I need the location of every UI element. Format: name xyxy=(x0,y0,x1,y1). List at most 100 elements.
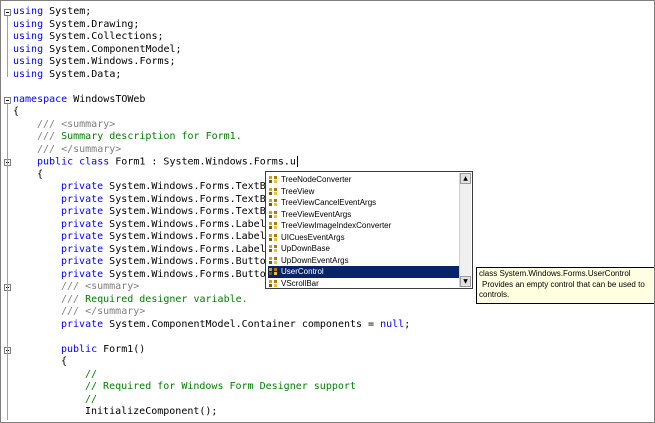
intellisense-item-label: TreeView xyxy=(281,186,315,196)
code-line[interactable]: using System.Data; xyxy=(1,69,654,82)
intellisense-scrollbar[interactable]: ▲ ▼ xyxy=(459,173,471,287)
code-keyword: private xyxy=(61,206,104,217)
code-line[interactable]: // xyxy=(1,394,654,407)
code-keyword: using xyxy=(13,56,44,67)
class-icon xyxy=(268,267,280,276)
code-line[interactable]: /// Summary description for Form1. xyxy=(1,131,654,144)
code-comment: /// </summary> xyxy=(37,143,122,155)
class-icon xyxy=(268,198,280,207)
code-keyword: private xyxy=(61,318,104,330)
intellisense-item-label: TreeViewCancelEventArgs xyxy=(281,198,377,207)
intellisense-item-label: UICuesEventArgs xyxy=(281,232,345,242)
class-icon xyxy=(268,221,280,230)
class-icon xyxy=(268,233,280,242)
code-keyword: private xyxy=(61,181,104,192)
intellisense-item[interactable]: UICuesEventArgs xyxy=(268,232,462,244)
code-text: System.Windows.Forms.TextBo xyxy=(103,206,272,217)
code-text: Form1 : System.Windows.Forms.u xyxy=(109,156,296,168)
code-line[interactable]: private System.ComponentModel.Container … xyxy=(1,319,654,332)
code-line[interactable] xyxy=(1,331,654,344)
code-keyword: using xyxy=(13,6,44,17)
code-text: { xyxy=(13,106,20,117)
code-text: System.Windows.Forms.Label xyxy=(103,243,266,255)
intellisense-item[interactable]: TreeView xyxy=(268,186,462,198)
intellisense-item[interactable]: UpDownEventArgs xyxy=(268,255,462,267)
code-comment: // xyxy=(85,368,98,380)
code-comment: /// xyxy=(61,293,86,305)
code-text: System.Windows.Forms; xyxy=(43,56,176,67)
code-text: System.ComponentModel; xyxy=(43,43,182,55)
code-line[interactable]: // Required for Windows Form Designer su… xyxy=(1,381,654,394)
code-text: System.Drawing; xyxy=(43,18,140,30)
code-comment: Required designer variable. xyxy=(85,293,248,305)
code-text: System.Windows.Forms.TextBo xyxy=(103,181,272,192)
code-keyword: private xyxy=(61,193,104,205)
code-comment: /// <summary> xyxy=(61,281,140,292)
intellisense-item[interactable]: TreeNodeConverter xyxy=(268,174,462,186)
tooltip-description: Provides an empty control that can be us… xyxy=(482,279,645,289)
code-line[interactable]: public Form1() xyxy=(1,344,654,357)
intellisense-item[interactable]: TreeViewEventArgs xyxy=(268,209,462,221)
intellisense-item[interactable]: UpDownBase xyxy=(268,243,462,255)
class-icon xyxy=(268,210,280,219)
scroll-down-button[interactable]: ▼ xyxy=(460,276,471,287)
code-text: WindowsTOWeb xyxy=(67,93,146,105)
intellisense-item[interactable]: TreeViewCancelEventArgs xyxy=(268,197,462,209)
code-keyword: namespace xyxy=(13,93,68,105)
text-caret xyxy=(296,156,298,167)
code-comment: // xyxy=(85,393,98,405)
code-line[interactable] xyxy=(1,81,654,94)
code-line[interactable]: InitializeComponent(); xyxy=(1,406,654,419)
code-line[interactable]: /// </summary> xyxy=(1,306,654,319)
code-keyword: private xyxy=(61,218,104,230)
code-text: System.Data; xyxy=(43,68,122,80)
code-keyword: using xyxy=(13,18,44,30)
code-keyword: using xyxy=(13,68,44,80)
intellisense-item-label: TreeViewEventArgs xyxy=(281,209,352,219)
code-text: InitializeComponent(); xyxy=(85,406,218,417)
class-icon xyxy=(268,256,280,265)
code-text: System.Windows.Forms.Button xyxy=(103,256,272,267)
intellisense-dropdown[interactable]: TreeNodeConverter TreeView TreeViewCancelE… xyxy=(265,171,473,289)
code-keyword: private xyxy=(61,243,104,255)
code-editor-window[interactable]: using System; using System.Drawing; using … xyxy=(0,0,655,423)
code-text: System; xyxy=(43,6,92,17)
code-line[interactable]: /// <summary> xyxy=(1,119,654,132)
code-text: { xyxy=(61,356,68,367)
scroll-up-button[interactable]: ▲ xyxy=(460,173,471,184)
code-line[interactable]: { xyxy=(1,356,654,369)
intellisense-item[interactable]: TreeViewImageIndexConverter xyxy=(268,220,462,232)
code-line[interactable]: public class Form1 : System.Windows.Form… xyxy=(1,156,654,169)
intellisense-item[interactable]: VScrollBar xyxy=(268,278,462,290)
code-keyword: using xyxy=(13,43,44,55)
code-line[interactable]: using System.Windows.Forms; xyxy=(1,56,654,69)
code-line[interactable]: /// </summary> xyxy=(1,144,654,157)
code-text: System.Windows.Forms.Button xyxy=(103,268,272,280)
code-keyword: public xyxy=(61,343,98,355)
code-line[interactable]: using System.ComponentModel; xyxy=(1,44,654,57)
intellisense-tooltip: class System.Windows.Forms.UserControl P… xyxy=(476,267,654,304)
code-text: System.Windows.Forms.Label xyxy=(103,231,266,242)
code-comment: /// xyxy=(37,131,62,142)
code-text: ; xyxy=(404,318,411,330)
class-icon xyxy=(268,244,280,253)
code-line[interactable]: using System.Drawing; xyxy=(1,19,654,32)
intellisense-item[interactable]: UserControl xyxy=(268,266,462,278)
code-comment: // Required for Windows Form Designer su… xyxy=(85,381,356,392)
code-line[interactable]: { xyxy=(1,106,654,119)
class-icon xyxy=(268,187,280,196)
code-line[interactable]: using System.Collections; xyxy=(1,31,654,44)
code-keyword: private xyxy=(61,231,104,242)
code-keyword: private xyxy=(61,256,104,267)
tooltip-signature: class System.Windows.Forms.UserControl xyxy=(479,269,631,278)
code-keyword: null xyxy=(380,318,405,330)
class-icon xyxy=(268,175,280,184)
code-text: { xyxy=(37,168,44,180)
code-text: System.ComponentModel.Container componen… xyxy=(103,318,381,330)
code-text: System.Windows.Forms.Label xyxy=(103,218,266,230)
code-comment: /// </summary> xyxy=(61,306,146,317)
code-line[interactable]: // xyxy=(1,369,654,382)
code-line[interactable]: namespace WindowsTOWeb xyxy=(1,94,654,107)
code-line[interactable]: using System; xyxy=(1,6,654,19)
code-text: System.Collections; xyxy=(43,31,164,42)
